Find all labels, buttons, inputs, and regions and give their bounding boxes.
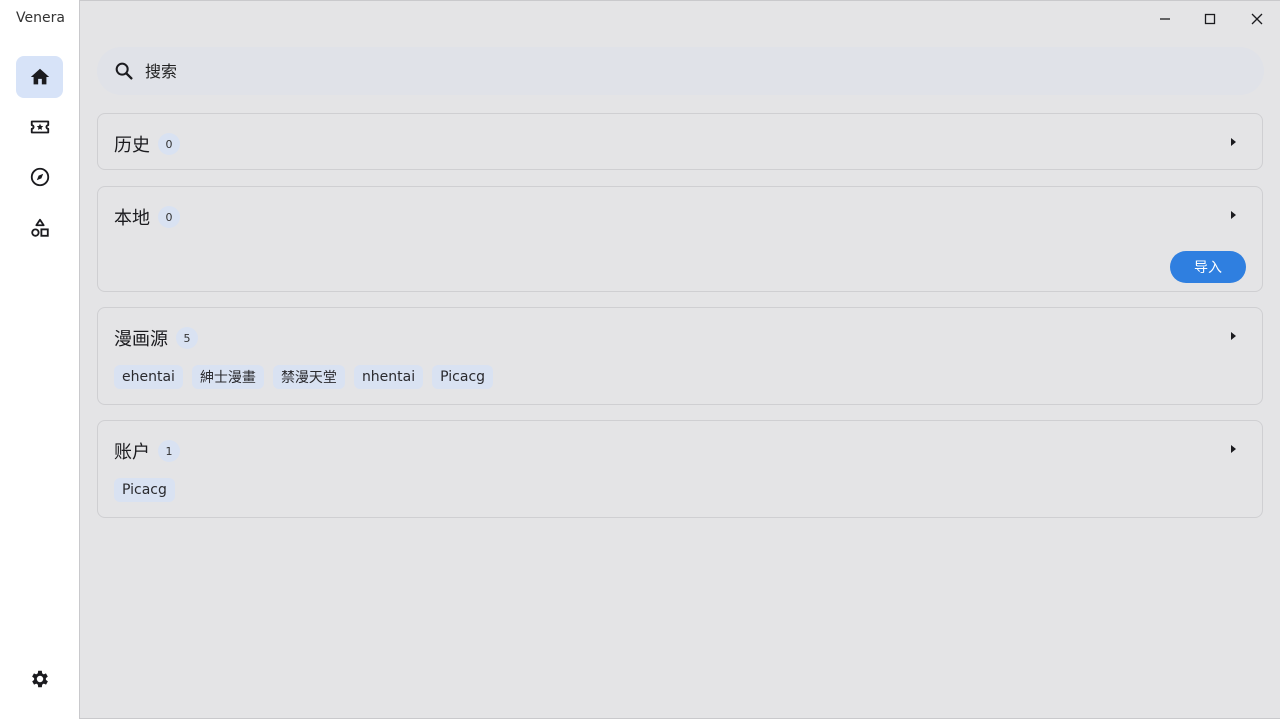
arrow-right-icon[interactable] [1226, 208, 1240, 222]
ticket-star-icon [30, 120, 49, 134]
app-title: Venera [16, 10, 65, 26]
shapes-icon [30, 218, 49, 237]
gear-icon [31, 670, 48, 688]
local-card[interactable]: 本地 0 导入 [97, 186, 1263, 292]
accounts-count-badge: 1 [158, 440, 180, 462]
arrow-right-icon[interactable] [1226, 135, 1240, 149]
source-chip[interactable]: 禁漫天堂 [272, 365, 345, 389]
source-chip[interactable]: ehentai [114, 365, 183, 389]
arrow-right-icon[interactable] [1226, 329, 1240, 343]
maximize-icon [1204, 13, 1216, 25]
minimize-button[interactable] [1155, 9, 1175, 29]
compass-icon [30, 167, 49, 187]
history-header: 历史 0 [114, 131, 180, 157]
sources-card[interactable]: 漫画源 5 ehentai 紳士漫畫 禁漫天堂 nhentai Picacg [97, 307, 1263, 405]
source-chip[interactable]: nhentai [353, 365, 424, 389]
sources-count-badge: 5 [176, 327, 198, 349]
nav-home[interactable] [16, 56, 63, 98]
accounts-title: 账户 [114, 442, 150, 463]
local-title: 本地 [114, 208, 150, 229]
local-header: 本地 0 [114, 204, 180, 230]
source-chip[interactable]: 紳士漫畫 [191, 365, 264, 389]
home-icon [30, 68, 49, 85]
source-chip[interactable]: Picacg [432, 365, 494, 389]
minimize-icon [1160, 18, 1170, 20]
accounts-card[interactable]: 账户 1 Picacg [97, 420, 1263, 518]
nav-categories[interactable] [16, 207, 63, 249]
nav-explore[interactable] [16, 156, 63, 198]
settings-button[interactable] [16, 658, 63, 700]
sidebar: Venera [0, 0, 79, 720]
close-icon [1251, 13, 1263, 25]
history-card[interactable]: 历史 0 [97, 113, 1263, 170]
maximize-button[interactable] [1200, 9, 1220, 29]
close-button[interactable] [1247, 9, 1267, 29]
import-button[interactable]: 导入 [1170, 251, 1246, 283]
sources-title: 漫画源 [114, 329, 168, 350]
sources-header: 漫画源 5 [114, 325, 198, 351]
search-bar[interactable] [97, 47, 1264, 95]
sources-chip-list: ehentai 紳士漫畫 禁漫天堂 nhentai Picacg [114, 365, 494, 389]
arrow-right-icon[interactable] [1226, 442, 1240, 456]
history-title: 历史 [114, 135, 150, 156]
search-icon [115, 62, 133, 80]
nav-favorites[interactable] [16, 106, 63, 148]
search-input[interactable] [143, 60, 1047, 82]
accounts-chip-list: Picacg [114, 478, 175, 502]
local-count-badge: 0 [158, 206, 180, 228]
history-count-badge: 0 [158, 133, 180, 155]
account-chip[interactable]: Picacg [114, 478, 175, 502]
main-content: 历史 0 本地 0 导入 漫画源 5 ehentai 紳士漫畫 禁漫天堂 nhe… [79, 0, 1280, 719]
accounts-header: 账户 1 [114, 438, 180, 464]
